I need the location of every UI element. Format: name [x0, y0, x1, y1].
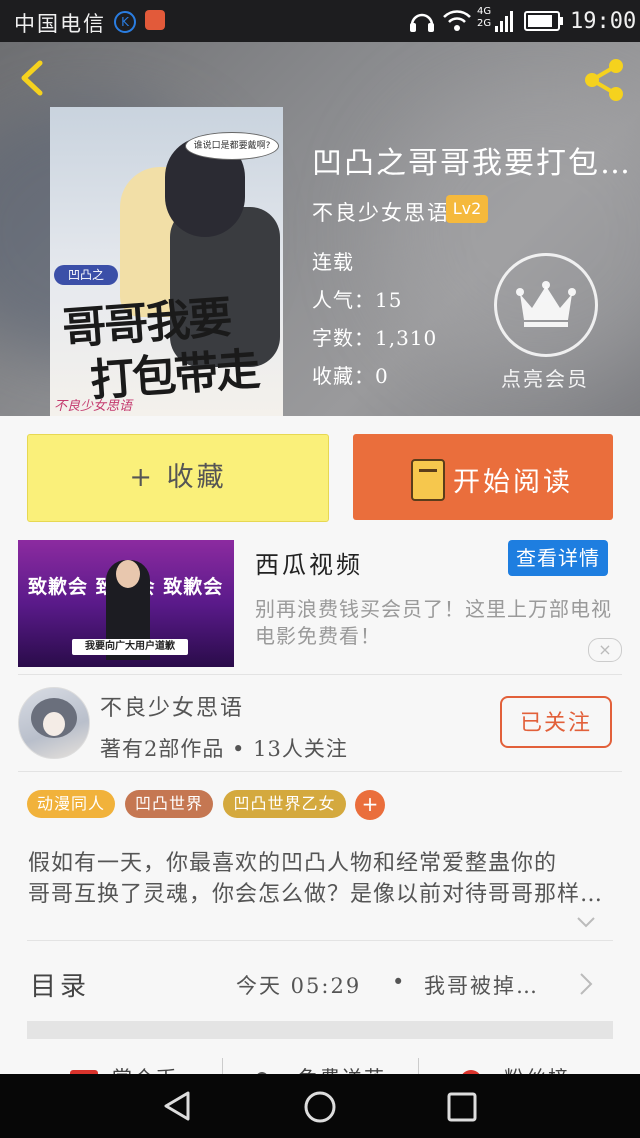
follow-button[interactable]: 已关注 — [500, 696, 612, 748]
start-reading-button[interactable]: 开始阅读 — [353, 434, 613, 520]
synopsis-line2: 哥哥互换了灵魂，你会怎么做？是像以前对待哥哥那样对待他 — [28, 882, 608, 907]
book-word-count: 字数：1,310 — [312, 326, 438, 350]
vip-label[interactable]: 点亮会员 — [500, 363, 590, 392]
start-reading-label: 开始阅读 — [453, 467, 573, 498]
toc-label: 目录 — [30, 972, 91, 1002]
book-author[interactable]: 不良少女思语 — [312, 197, 450, 227]
nav-back-icon[interactable] — [160, 1089, 194, 1123]
vip-crown-button[interactable] — [494, 253, 598, 357]
book-title: 凹凸之哥哥我要打包带走 — [312, 146, 632, 181]
book-popularity: 人气：15 — [312, 288, 403, 312]
divider — [27, 940, 613, 941]
cover-signature: 不良少女思语 — [54, 399, 133, 414]
add-tag-button[interactable]: + — [355, 790, 385, 820]
book-icon — [411, 459, 445, 501]
tag-aotu-world-otome[interactable]: 凹凸世界乙女 — [223, 790, 346, 818]
crown-icon — [516, 281, 576, 327]
carrier-label: 中国电信 — [14, 12, 106, 36]
headphones-icon — [410, 13, 434, 32]
chevron-down-icon[interactable] — [576, 912, 596, 932]
toc-separator: • — [392, 970, 405, 994]
back-arrow-icon[interactable] — [14, 60, 50, 96]
toc-update-time: 今天 05:29 — [236, 974, 362, 998]
author-avatar[interactable] — [18, 687, 90, 759]
wifi-icon — [443, 10, 471, 31]
ad-details-button[interactable]: 查看详情 — [508, 540, 608, 576]
favorite-button[interactable]: + 收藏 — [27, 434, 329, 522]
tag-aotu-world[interactable]: 凹凸世界 — [125, 790, 213, 818]
nav-home-icon[interactable] — [302, 1089, 338, 1125]
author-card-stats: 著有2部作品 • 13人关注 — [100, 737, 348, 761]
synopsis-line1: 假如有一天，你最喜欢的凹凸人物和经常爱整蛊你的 — [28, 851, 558, 876]
ad-description[interactable]: 别再浪费钱买会员了！这里上万部电视电影免费看！ — [255, 596, 623, 650]
book-favorites: 收藏：0 — [312, 364, 389, 388]
share-icon[interactable] — [580, 56, 628, 104]
divider — [18, 674, 622, 675]
k-app-icon: K — [114, 11, 136, 33]
ad-title[interactable]: 西瓜视频 — [255, 545, 363, 580]
message-notification-icon — [145, 10, 165, 30]
cover-tag: 凹凸之 — [54, 265, 118, 285]
chevron-right-icon — [580, 973, 593, 995]
network-type-label: 4G 2G — [477, 6, 492, 29]
tag-anime-fanfic[interactable]: 动漫同人 — [27, 790, 115, 818]
battery-icon — [524, 11, 563, 31]
system-nav-bar — [0, 1074, 640, 1138]
author-level-badge: Lv2 — [446, 195, 488, 223]
clock: 19:00 — [570, 9, 637, 34]
signal-icon — [495, 11, 513, 32]
ad-image-caption: 我要向广大用户道歉 — [72, 639, 188, 655]
divider — [18, 771, 622, 772]
author-card-name[interactable]: 不良少女思语 — [100, 690, 244, 722]
ad-close-icon[interactable]: × — [588, 638, 622, 662]
synopsis[interactable]: 假如有一天，你最喜欢的凹凸人物和经常爱整蛊你的 哥哥互换了灵魂，你会怎么做？是像… — [28, 848, 608, 910]
toc-latest-chapter: 我哥被掉包了 — [424, 974, 554, 998]
status-bar: 中国电信 K 4G 2G 19:00 — [0, 0, 640, 42]
ad-image[interactable]: 致歉会 致歉会 致歉会 我要向广大用户道歉 — [18, 540, 234, 667]
book-cover-image[interactable]: 谁说口是都要戴啊? 凹凸之 哥哥我要 打包带走 不良少女思语 — [50, 107, 283, 416]
book-status: 连载 — [312, 250, 354, 274]
cover-speech-bubble: 谁说口是都要戴啊? — [185, 132, 279, 160]
section-spacer — [27, 1021, 613, 1039]
nav-recents-icon[interactable] — [446, 1091, 478, 1123]
